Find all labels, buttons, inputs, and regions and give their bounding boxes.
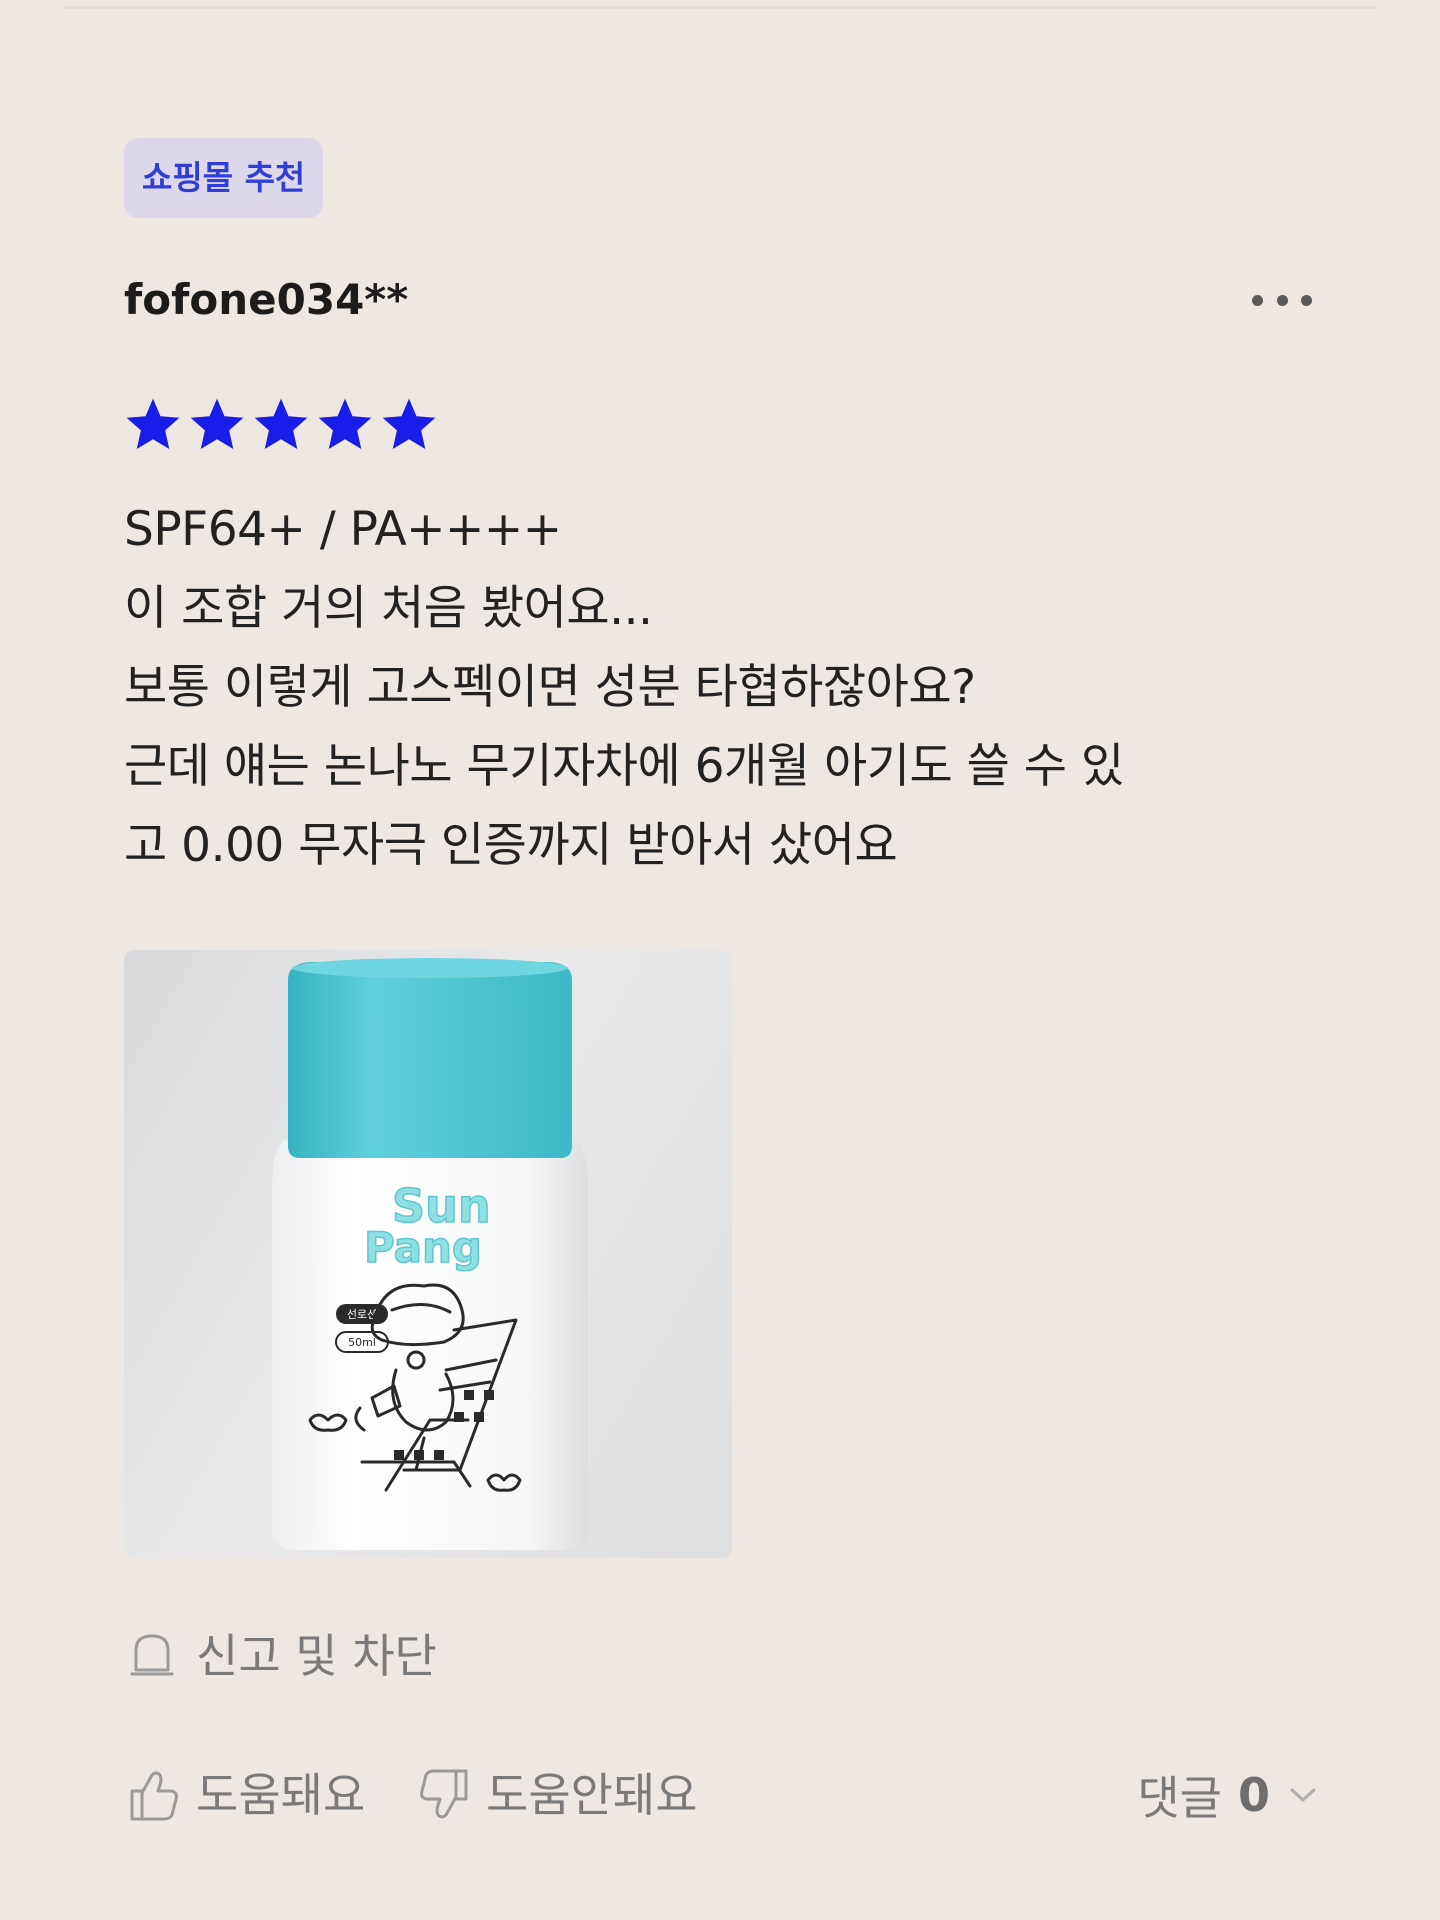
product-type-pill: 선로션 <box>347 1308 377 1321</box>
more-options-button[interactable] <box>1252 282 1312 318</box>
reviewer-username: fofone034** <box>124 275 409 324</box>
flag-icon <box>130 1634 174 1676</box>
review-text-line: 근데 얘는 논나노 무기자차에 6개월 아기도 쓸 수 있 <box>124 739 1124 794</box>
star-icon <box>318 398 372 450</box>
review-text-line: 이 조합 거의 처음 봤어요... <box>124 581 653 636</box>
thumbs-down-icon <box>420 1769 468 1819</box>
more-dot-icon <box>1252 294 1263 306</box>
review-header: fofone034** <box>124 268 1312 332</box>
thumbs-up-icon <box>130 1771 178 1821</box>
review-text-line: 고 0.00 무자극 인증까지 받아서 샀어요 <box>124 818 898 873</box>
review-text-line: 보통 이렇게 고스펙이면 성분 타협하잖아요? <box>124 660 976 715</box>
star-icon <box>126 398 180 450</box>
comments-label: 댓글 <box>1137 1771 1222 1825</box>
brand-logo-line2: Pang <box>364 1223 482 1272</box>
star-icon <box>382 398 436 450</box>
star-icon <box>190 398 244 450</box>
chevron-down-icon <box>1290 1788 1316 1802</box>
review-text-line: SPF64+ / PA++++ <box>124 502 562 557</box>
report-block-button[interactable]: 신고 및 차단 <box>130 1624 437 1688</box>
not-helpful-label: 도움안돼요 <box>486 1768 698 1822</box>
comments-toggle[interactable]: 댓글 0 <box>1137 1762 1318 1828</box>
helpful-button[interactable]: 도움돼요 <box>128 1762 365 1828</box>
product-volume-pill: 50ml <box>348 1336 376 1349</box>
top-divider <box>64 6 1376 9</box>
product-photo[interactable]: Sun Pang 선로션 50ml <box>124 950 732 1558</box>
shopping-mall-recommend-badge: 쇼핑몰 추천 <box>124 138 324 218</box>
helpful-label: 도움돼요 <box>196 1768 366 1822</box>
comments-count: 0 <box>1237 1768 1270 1822</box>
sunscreen-bottle-image: Sun Pang 선로션 50ml <box>272 958 588 1550</box>
more-dot-icon <box>1276 294 1288 306</box>
review-actions: 도움돼요 도움안돼요 댓글 0 <box>128 1762 1318 1828</box>
report-block-label: 신고 및 차단 <box>196 1629 437 1683</box>
star-icon <box>254 398 308 450</box>
review-body: SPF64+ / PA++++ 이 조합 거의 처음 봤어요... 보통 이렇게 고… <box>124 490 1304 885</box>
star-rating <box>122 394 442 456</box>
more-dot-icon <box>1301 294 1312 306</box>
not-helpful-button[interactable]: 도움안돼요 <box>418 1762 698 1828</box>
